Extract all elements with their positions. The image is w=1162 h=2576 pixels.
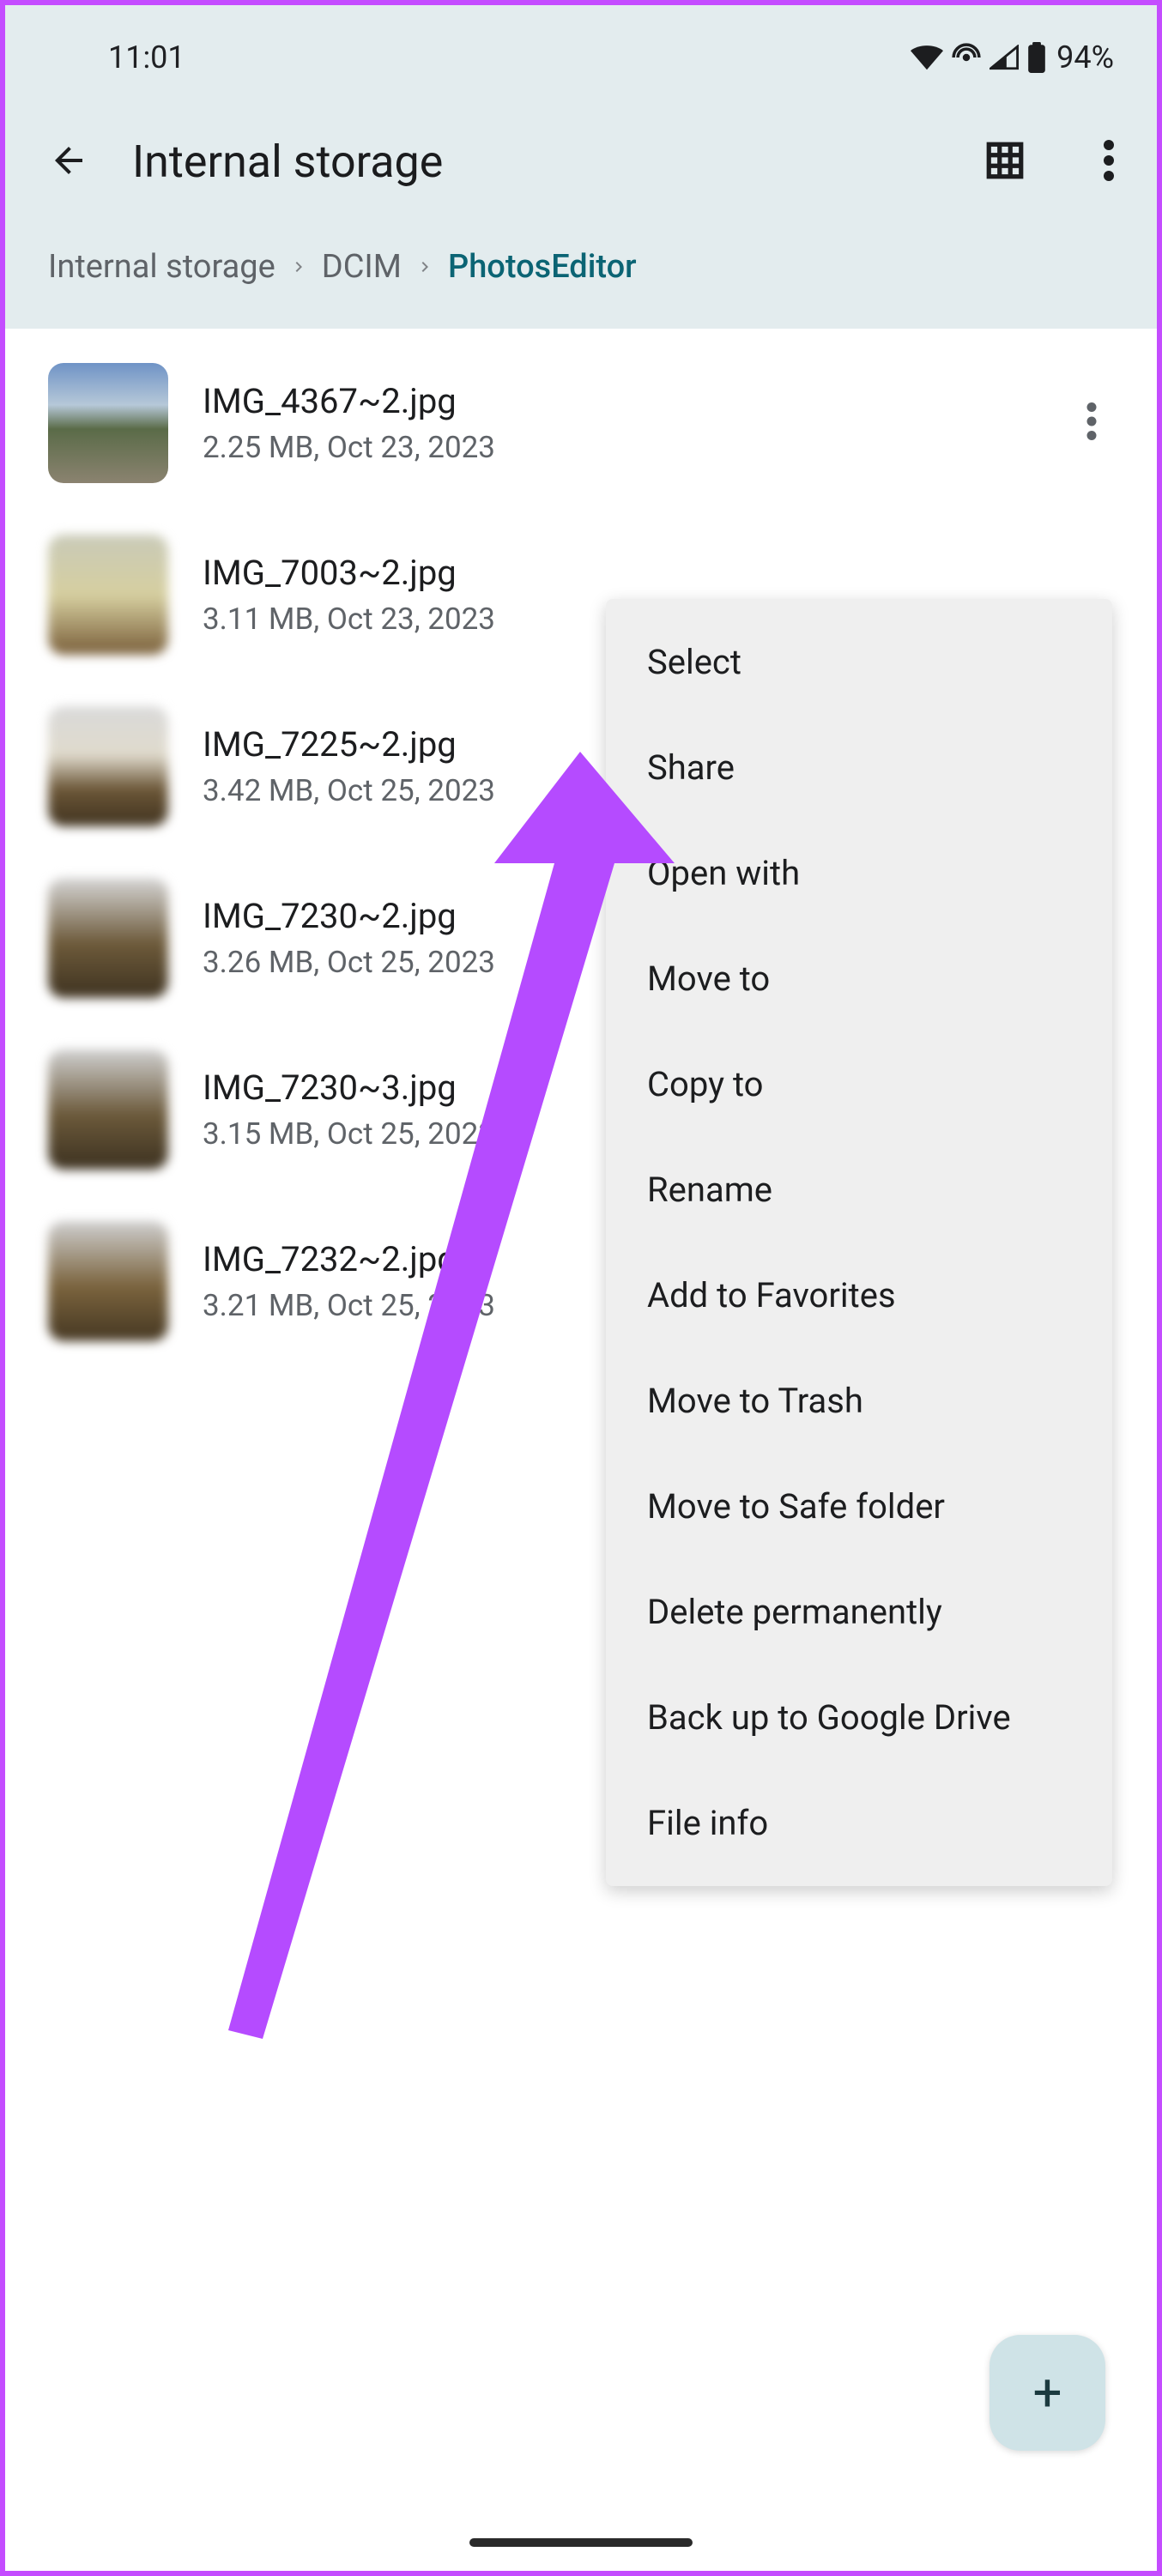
file-info: IMG_4367~2.jpg 2.25 MB, Oct 23, 2023 bbox=[203, 381, 1035, 465]
menu-item-rename[interactable]: Rename bbox=[606, 1137, 1112, 1243]
menu-item-share[interactable]: Share bbox=[606, 715, 1112, 820]
plus-icon: + bbox=[1032, 2362, 1062, 2423]
file-thumbnail bbox=[48, 878, 168, 998]
overflow-menu-button[interactable] bbox=[1104, 140, 1114, 184]
title-bar: Internal storage bbox=[5, 93, 1157, 222]
file-name: IMG_4367~2.jpg bbox=[203, 381, 1035, 421]
chevron-right-icon bbox=[415, 257, 435, 277]
breadcrumb-item[interactable]: Internal storage bbox=[48, 248, 275, 286]
hotspot-icon bbox=[952, 43, 981, 72]
menu-item-open-with[interactable]: Open with bbox=[606, 820, 1112, 926]
grid-icon bbox=[983, 139, 1026, 182]
file-meta: 2.25 MB, Oct 23, 2023 bbox=[203, 430, 1035, 465]
context-menu: Select Share Open with Move to Copy to R… bbox=[606, 599, 1112, 1886]
status-icons bbox=[911, 42, 1046, 73]
menu-item-move-to[interactable]: Move to bbox=[606, 926, 1112, 1031]
menu-item-delete-permanently[interactable]: Delete permanently bbox=[606, 1559, 1112, 1665]
menu-item-safe-folder[interactable]: Move to Safe folder bbox=[606, 1454, 1112, 1559]
status-right: 94% bbox=[911, 39, 1114, 76]
menu-item-select[interactable]: Select bbox=[606, 609, 1112, 715]
more-vert-icon bbox=[1086, 402, 1097, 440]
chevron-right-icon bbox=[288, 257, 309, 277]
file-row[interactable]: IMG_4367~2.jpg 2.25 MB, Oct 23, 2023 bbox=[5, 337, 1157, 509]
menu-item-backup-drive[interactable]: Back up to Google Drive bbox=[606, 1665, 1112, 1770]
view-grid-button[interactable] bbox=[983, 139, 1026, 185]
back-button[interactable] bbox=[48, 140, 89, 184]
fab-add-button[interactable]: + bbox=[990, 2335, 1105, 2451]
file-thumbnail bbox=[48, 1049, 168, 1170]
file-more-button[interactable] bbox=[1069, 385, 1114, 461]
signal-icon bbox=[990, 45, 1019, 70]
breadcrumb-item[interactable]: DCIM bbox=[322, 248, 402, 286]
menu-item-add-favorites[interactable]: Add to Favorites bbox=[606, 1243, 1112, 1348]
header-region: 11:01 94% Internal storage Internal stor… bbox=[5, 5, 1157, 329]
file-thumbnail bbox=[48, 363, 168, 483]
menu-item-move-trash[interactable]: Move to Trash bbox=[606, 1348, 1112, 1454]
breadcrumb-item-current[interactable]: PhotosEditor bbox=[448, 248, 637, 286]
file-thumbnail bbox=[48, 706, 168, 826]
arrow-back-icon bbox=[48, 140, 89, 181]
breadcrumb: Internal storage DCIM PhotosEditor bbox=[5, 222, 1157, 311]
menu-item-copy-to[interactable]: Copy to bbox=[606, 1031, 1112, 1137]
nav-handle[interactable] bbox=[469, 2538, 693, 2547]
wifi-icon bbox=[911, 45, 943, 70]
status-time: 11:01 bbox=[108, 39, 185, 76]
menu-item-file-info[interactable]: File info bbox=[606, 1770, 1112, 1876]
file-name: IMG_7003~2.jpg bbox=[203, 553, 1114, 593]
file-thumbnail bbox=[48, 535, 168, 655]
status-battery: 94% bbox=[1056, 39, 1114, 76]
status-bar: 11:01 94% bbox=[5, 5, 1157, 93]
more-vert-icon bbox=[1104, 140, 1114, 181]
file-thumbnail bbox=[48, 1221, 168, 1341]
page-title: Internal storage bbox=[132, 136, 923, 188]
battery-icon bbox=[1027, 42, 1046, 73]
